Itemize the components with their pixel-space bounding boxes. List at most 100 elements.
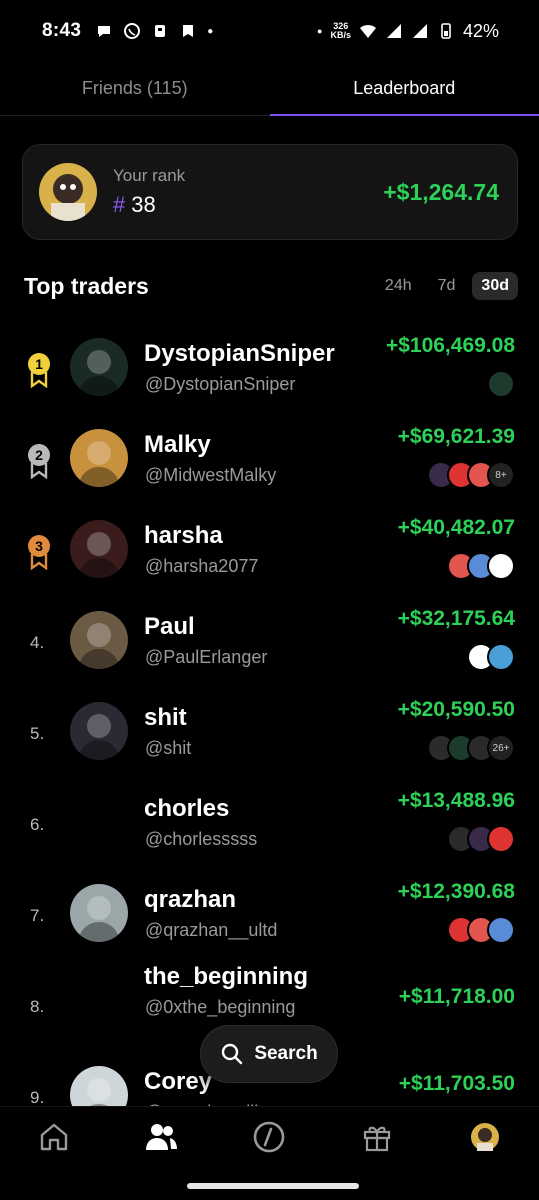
rank-number: 7. [30,906,45,925]
signal-icon [412,24,427,38]
dot-icon: ● [207,25,214,37]
your-rank-number: #38 [113,192,156,217]
trader-gain: +$106,469.08 [385,334,515,357]
rank-badge-bronze-icon: 3 [28,535,50,570]
holdings-stack[interactable]: 8+ [427,461,515,489]
rank-number: 3 [35,538,43,554]
avatar [39,163,97,221]
rank-badge-silver-icon: 2 [28,444,50,479]
avatar[interactable] [70,611,128,669]
bookmark-icon [183,25,194,37]
net-speed: 326 KB/s [330,21,351,40]
trader-name: qrazhan [144,886,237,913]
trader-gain: +$12,390.68 [397,880,515,903]
trader-name: chorles [144,795,230,822]
avatar[interactable] [70,429,128,487]
trader-handle: @qrazhan__ultd [145,920,278,940]
top-traders-header: Top traders 24h 7d 30d [24,266,518,306]
trader-name: harsha [144,522,223,549]
trader-row[interactable]: 7. qrazhan @qrazhan__ultd +$12,390.68 [0,872,539,962]
signal-icon [386,24,401,38]
holdings-stack[interactable] [447,552,515,580]
game-icon [155,25,166,37]
holdings-stack[interactable] [487,370,515,398]
tab-bar: Friends (115) Leaderboard [0,62,539,116]
trader-handle: @shit [145,738,192,758]
trade-icon[interactable] [251,1119,287,1155]
tab-leaderboard[interactable]: Leaderboard [269,62,539,116]
avatar[interactable] [70,884,128,942]
battery-percent: 42% [462,20,499,41]
period-7d[interactable]: 7d [429,272,465,300]
trader-name: DystopianSniper [144,340,335,367]
whatsapp-icon [124,23,141,39]
trader-name: the_beginning [144,963,308,990]
trader-row[interactable]: 3 harsha @harsha2077 +$40,482.07 [0,508,539,598]
status-bar: 8:43 ● ● 326 KB/s 42% [0,0,539,62]
token-icon [487,552,515,580]
rank-number: 5. [30,724,45,743]
battery-icon [441,23,451,39]
avatar[interactable] [70,338,128,396]
trader-handle: @harsha2077 [145,556,259,576]
trader-name: shit [144,704,187,731]
rank-number: 4. [30,633,45,652]
your-rank-gain: +$1,264.74 [383,178,499,205]
trader-handle: @PaulErlanger [145,647,268,667]
trader-name: Corey [144,1068,213,1095]
avatar[interactable] [70,520,128,578]
section-title: Top traders [24,272,149,299]
holdings-stack[interactable] [447,916,515,944]
trader-gain: +$13,488.96 [397,789,515,812]
rank-badge-gold-icon: 1 [28,353,50,388]
trader-name: Paul [144,613,195,640]
search-button[interactable]: Search [200,1025,338,1083]
more-holdings-badge: 26+ [487,734,515,762]
trader-handle: @0xthe_beginning [145,997,296,1017]
token-icon [487,370,515,398]
status-time: 8:43 [42,20,82,41]
trader-gain: +$11,718.00 [398,985,515,1008]
trader-gain: +$11,703.50 [398,1072,515,1095]
trader-name: Malky [144,431,211,458]
your-rank-card[interactable]: Your rank #38 +$1,264.74 [22,144,518,240]
trader-handle: @chorlesssss [145,829,258,849]
friends-icon[interactable] [143,1119,179,1155]
search-icon [222,1043,243,1065]
trader-row[interactable]: 1 DystopianSniper @DystopianSniper +$106… [0,326,539,416]
trader-row[interactable]: 6. chorles @chorlesssss +$13,488.96 [0,781,539,871]
wifi-icon [359,24,376,38]
trader-gain: +$32,175.64 [397,607,515,630]
trader-handle: @DystopianSniper [145,374,296,394]
trader-gain: +$69,621.39 [397,425,515,448]
avatar[interactable] [70,702,128,760]
your-rank-label: Your rank [113,166,186,185]
token-icon [487,825,515,853]
period-30d[interactable]: 30d [472,272,518,300]
trader-gain: +$20,590.50 [397,698,515,721]
token-icon [487,916,515,944]
home-icon[interactable] [36,1119,72,1155]
token-icon [487,643,515,671]
gift-icon[interactable] [359,1119,395,1155]
rank-number: 8. [30,997,45,1016]
search-label: Search [254,1043,318,1064]
period-selector: 24h 7d 30d [376,272,518,300]
trader-row[interactable]: 4. Paul @PaulErlanger +$32,175.64 [0,599,539,689]
trader-row[interactable]: 5. shit @shit +$20,590.50 26+ [0,690,539,780]
holdings-stack[interactable] [467,643,515,671]
dot-icon: ● [317,26,323,36]
rank-number: 6. [30,815,45,834]
home-indicator[interactable] [187,1183,359,1189]
period-24h[interactable]: 24h [376,272,421,300]
holdings-stack[interactable] [447,825,515,853]
holdings-stack[interactable]: 26+ [427,734,515,762]
profile-avatar[interactable] [467,1119,503,1155]
more-holdings-badge: 8+ [487,461,515,489]
tab-friends[interactable]: Friends (115) [0,62,270,115]
rank-number: 2 [35,447,43,463]
rank-number: 1 [35,356,43,372]
rank-number: 9. [30,1088,45,1107]
trader-row[interactable]: 2 Malky @MidwestMalky +$69,621.39 8+ [0,417,539,507]
chat-bubble-icon [98,26,111,37]
